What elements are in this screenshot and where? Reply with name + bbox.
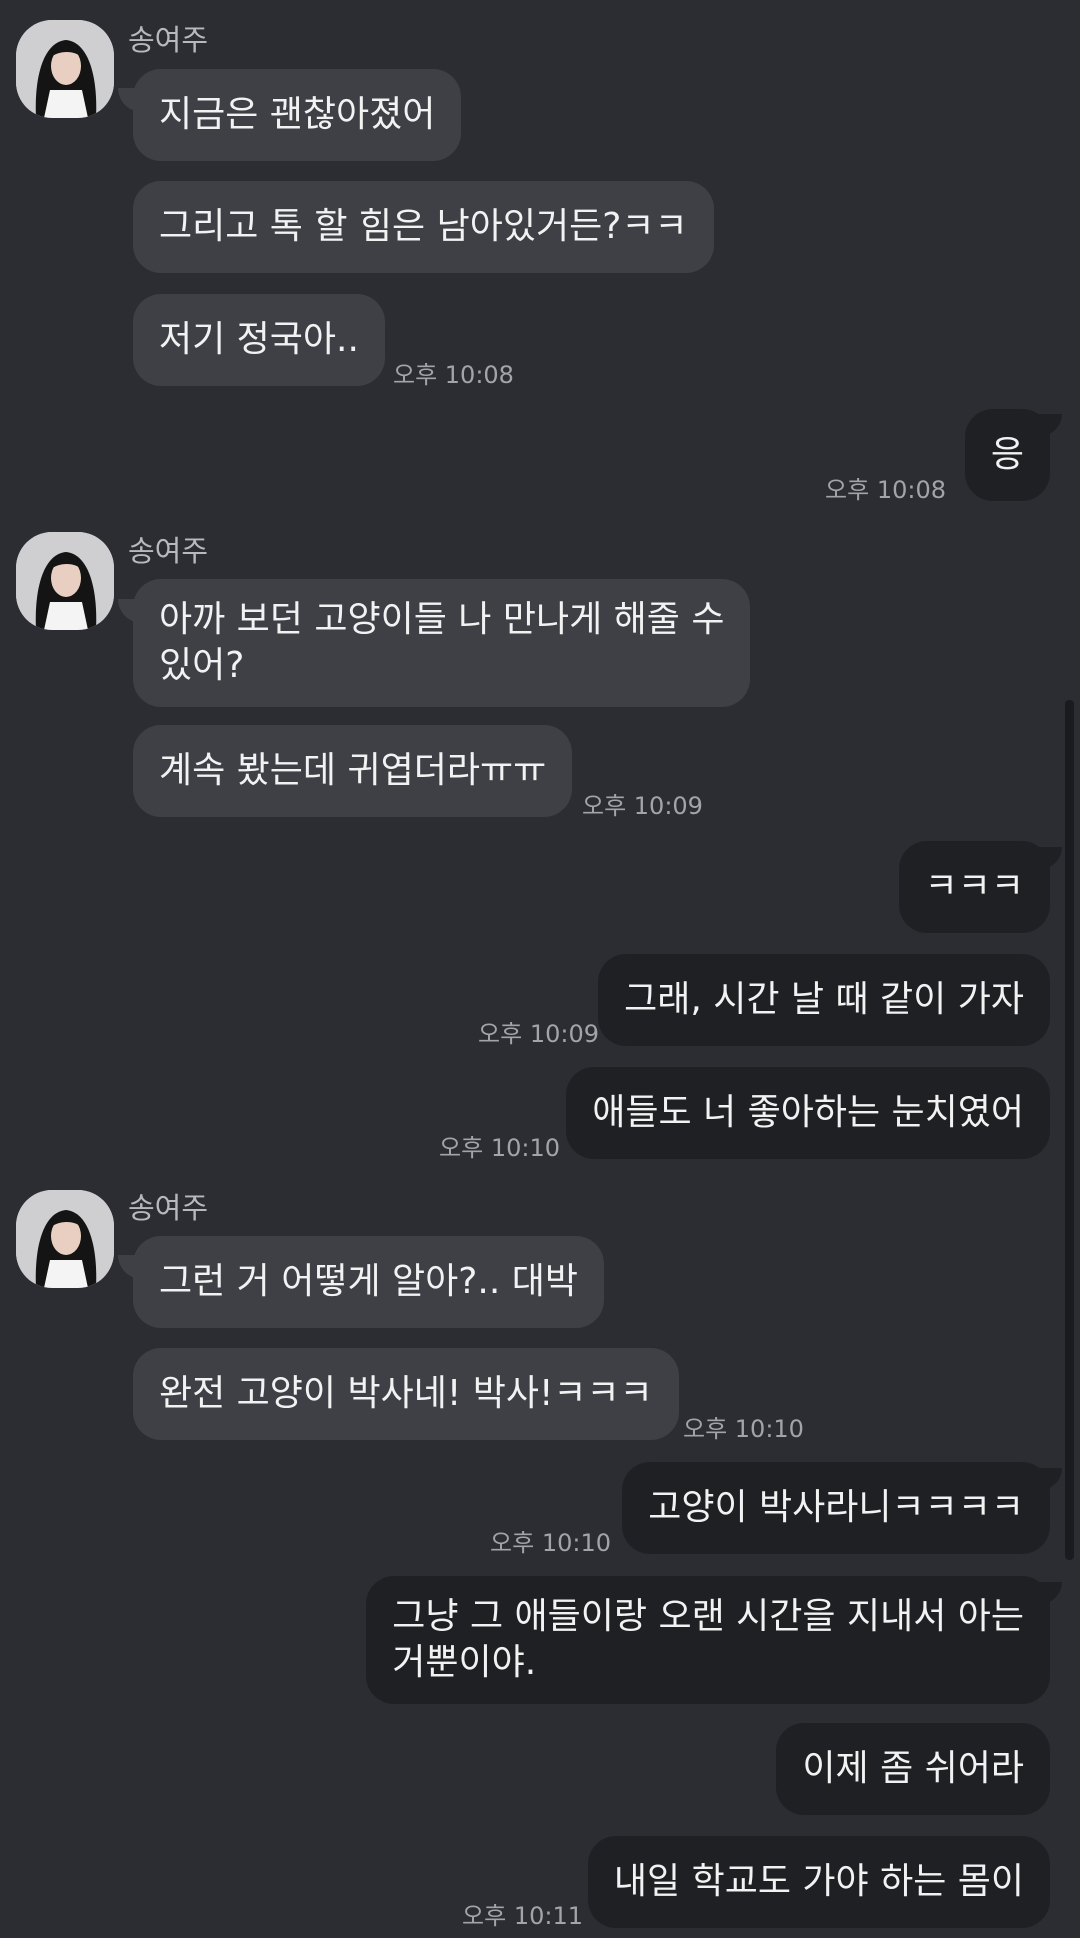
- message-bubble-incoming[interactable]: 그런 거 어떻게 알아?.. 대박: [133, 1236, 604, 1328]
- timestamp: 오후 10:11: [462, 1902, 583, 1930]
- message-bubble-incoming[interactable]: 아까 보던 고양이들 나 만나게 해줄 수 있어?: [133, 579, 751, 707]
- sender-name: 송여주: [128, 534, 209, 568]
- sender-name: 송여주: [128, 23, 209, 57]
- chat-thread[interactable]: 송여주 지금은 괜찮아졌어 그리고 톡 할 힘은 남아있거든?ㅋㅋ 저기 정국아…: [0, 0, 1080, 1938]
- avatar[interactable]: [16, 1190, 114, 1288]
- scrollbar[interactable]: [1065, 700, 1074, 1560]
- message-bubble-incoming[interactable]: 그리고 톡 할 힘은 남아있거든?ㅋㅋ: [133, 181, 714, 273]
- message-bubble-outgoing[interactable]: 이제 좀 쉬어라: [776, 1723, 1050, 1815]
- message-bubble-outgoing[interactable]: 애들도 너 좋아하는 눈치였어: [566, 1067, 1050, 1159]
- timestamp: 오후 10:10: [439, 1134, 560, 1162]
- message-bubble-outgoing[interactable]: 그래, 시간 날 때 같이 가자: [598, 954, 1050, 1046]
- avatar[interactable]: [16, 20, 114, 118]
- timestamp: 오후 10:10: [683, 1415, 804, 1443]
- timestamp: 오후 10:08: [825, 476, 946, 504]
- timestamp: 오후 10:10: [490, 1529, 611, 1557]
- timestamp: 오후 10:09: [582, 792, 703, 820]
- message-bubble-outgoing[interactable]: 응: [964, 409, 1050, 501]
- avatar[interactable]: [16, 532, 114, 630]
- message-bubble-outgoing[interactable]: ㅋㅋㅋ: [898, 841, 1050, 933]
- timestamp: 오후 10:08: [393, 361, 514, 389]
- message-bubble-incoming[interactable]: 저기 정국아..: [133, 294, 385, 386]
- message-bubble-incoming[interactable]: 계속 봤는데 귀엽더라ㅠㅠ: [133, 725, 573, 817]
- message-bubble-incoming[interactable]: 완전 고양이 박사네! 박사!ㅋㅋㅋ: [133, 1348, 679, 1440]
- timestamp: 오후 10:09: [478, 1020, 599, 1048]
- message-bubble-outgoing[interactable]: 고양이 박사라니ㅋㅋㅋㅋ: [622, 1462, 1050, 1554]
- message-bubble-incoming[interactable]: 지금은 괜찮아졌어: [133, 69, 462, 161]
- message-bubble-outgoing[interactable]: 내일 학교도 가야 하는 몸이: [587, 1836, 1050, 1928]
- message-bubble-outgoing[interactable]: 그냥 그 애들이랑 오랜 시간을 지내서 아는 거뿐이야.: [366, 1576, 1050, 1704]
- sender-name: 송여주: [128, 1191, 209, 1225]
